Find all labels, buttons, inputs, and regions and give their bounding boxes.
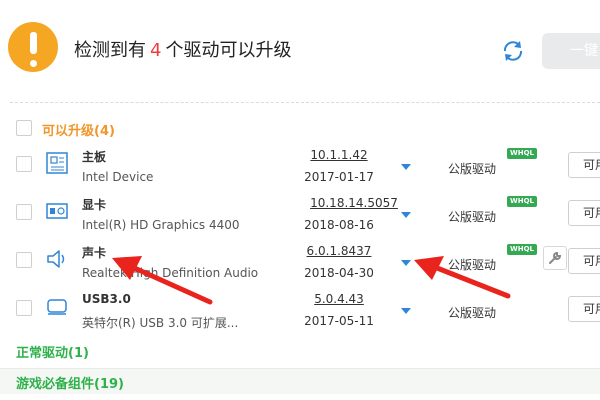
driver-row: 主板 Intel Device 10.1.1.42 2017-01-17 公版驱… [0, 146, 600, 194]
update-count: 4 [150, 40, 162, 61]
page-title: 检测到有 4 个驱动可以升级 [74, 36, 291, 62]
driver-type: 公版驱动 [448, 210, 497, 224]
driver-version[interactable]: 10.18.14.5057 [298, 196, 410, 210]
group-upgradable-label: 可以升级(4) [42, 124, 115, 139]
row-checkbox[interactable] [16, 156, 32, 172]
whql-badge: WHQL [507, 196, 537, 207]
wrench-glyph [549, 251, 562, 264]
header: 检测到有 4 个驱动可以升级 一键 [0, 0, 600, 88]
whql-badge: WHQL [507, 148, 537, 159]
graphics-card-icon [46, 203, 68, 219]
driver-date: 2017-01-17 [304, 170, 374, 184]
driver-name: USB3.0 [82, 292, 131, 306]
version-dropdown-icon[interactable] [401, 164, 411, 170]
whql-badge: WHQL [507, 244, 537, 255]
driver-row: 声卡 Realtek High Definition Audio 6.0.1.8… [0, 242, 600, 290]
driver-name: 显卡 [82, 198, 107, 212]
driver-version[interactable]: 6.0.1.8437 [298, 244, 380, 258]
driver-desc: Realtek High Definition Audio [82, 266, 259, 280]
driver-row: 显卡 Intel(R) HD Graphics 4400 10.18.14.50… [0, 194, 600, 242]
driver-date: 2018-08-16 [304, 218, 374, 232]
title-suffix: 个驱动可以升级 [165, 40, 292, 61]
speaker-icon [47, 250, 65, 268]
wrench-icon[interactable] [543, 246, 567, 270]
select-all-checkbox[interactable] [16, 120, 32, 136]
driver-type: 公版驱动 [448, 306, 497, 320]
game-components-section[interactable]: 游戏必备组件(19) [0, 368, 600, 394]
exclamation-icon [8, 22, 58, 72]
version-dropdown-icon[interactable] [401, 212, 411, 218]
version-dropdown-icon[interactable] [401, 260, 411, 266]
install-button[interactable]: 可用 [568, 296, 600, 322]
driver-desc: 英特尔(R) USB 3.0 可扩展... [82, 316, 239, 330]
row-checkbox[interactable] [16, 204, 32, 220]
install-button[interactable]: 可用 [568, 152, 600, 178]
install-button[interactable]: 可用 [568, 200, 600, 226]
usb-drive-icon [47, 299, 67, 315]
group-game-label: 游戏必备组件(19) [16, 377, 124, 392]
row-checkbox[interactable] [16, 300, 32, 316]
driver-type: 公版驱动 [448, 162, 497, 176]
driver-date: 2018-04-30 [304, 266, 374, 280]
one-click-upgrade-button[interactable]: 一键 [542, 33, 600, 69]
driver-version[interactable]: 10.1.1.42 [298, 148, 380, 162]
driver-version[interactable]: 5.0.4.43 [298, 292, 380, 306]
refresh-icon[interactable] [500, 38, 526, 64]
driver-desc: Intel Device [82, 170, 154, 184]
version-dropdown-icon[interactable] [401, 308, 411, 314]
driver-type: 公版驱动 [448, 258, 497, 272]
install-button[interactable]: 可用 [568, 248, 600, 274]
driver-date: 2017-05-11 [304, 314, 374, 328]
divider [10, 102, 600, 103]
driver-name: 主板 [82, 150, 107, 164]
row-checkbox[interactable] [16, 252, 32, 268]
title-prefix: 检测到有 [74, 40, 146, 61]
group-normal-label[interactable]: 正常驱动(1) [16, 342, 89, 361]
driver-name: 声卡 [82, 246, 107, 260]
motherboard-icon [46, 152, 68, 174]
driver-row: USB3.0 英特尔(R) USB 3.0 可扩展... 5.0.4.43 20… [0, 290, 600, 338]
driver-desc: Intel(R) HD Graphics 4400 [82, 218, 240, 232]
